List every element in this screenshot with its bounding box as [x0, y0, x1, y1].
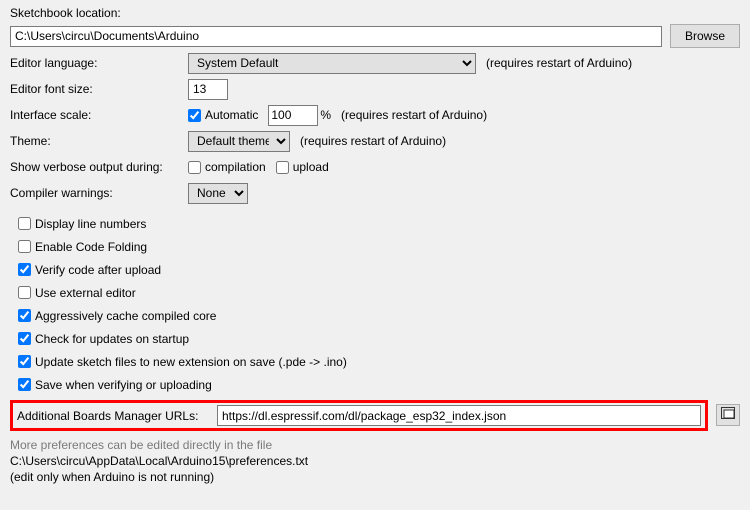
footer-line3: (edit only when Arduino is not running) — [10, 469, 740, 485]
additional-boards-urls-input[interactable] — [217, 405, 701, 426]
interface-scale-input[interactable] — [268, 105, 318, 126]
footer-prefs-path: C:\Users\circu\AppData\Local\Arduino15\p… — [10, 453, 740, 469]
additional-boards-urls-expand-button[interactable] — [716, 404, 740, 426]
editor-fontsize-input[interactable] — [188, 79, 228, 100]
display-line-numbers-text: Display line numbers — [35, 217, 146, 231]
verbose-compilation-checkbox[interactable] — [188, 161, 201, 174]
window-icon — [721, 407, 735, 422]
interface-scale-auto-text: Automatic — [205, 108, 258, 122]
editor-language-select[interactable]: System Default — [188, 53, 476, 74]
theme-label: Theme: — [10, 134, 188, 148]
additional-boards-urls-row: Additional Boards Manager URLs: — [10, 400, 708, 431]
check-updates-text: Check for updates on startup — [35, 332, 189, 346]
enable-code-folding-text: Enable Code Folding — [35, 240, 147, 254]
sketchbook-label: Sketchbook location: — [10, 6, 740, 24]
theme-select[interactable]: Default theme — [188, 131, 290, 152]
interface-scale-auto-checkbox[interactable] — [188, 109, 201, 122]
verify-after-upload-text: Verify code after upload — [35, 263, 161, 277]
editor-language-label: Editor language: — [10, 56, 188, 70]
save-on-verify-upload-text: Save when verifying or uploading — [35, 378, 212, 392]
verbose-upload-text: upload — [293, 160, 329, 174]
footer-line1: More preferences can be edited directly … — [10, 437, 740, 453]
browse-button[interactable]: Browse — [670, 24, 740, 48]
external-editor-checkbox[interactable] — [18, 286, 31, 299]
update-sketch-ext-checkbox[interactable] — [18, 355, 31, 368]
compiler-warnings-label: Compiler warnings: — [10, 186, 188, 200]
verify-after-upload-checkbox[interactable] — [18, 263, 31, 276]
theme-hint: (requires restart of Arduino) — [300, 134, 446, 148]
sketchbook-input[interactable] — [10, 26, 662, 47]
display-line-numbers-checkbox[interactable] — [18, 217, 31, 230]
cache-core-checkbox[interactable] — [18, 309, 31, 322]
additional-boards-urls-label: Additional Boards Manager URLs: — [17, 409, 217, 423]
save-on-verify-upload-checkbox[interactable] — [18, 378, 31, 391]
verbose-compilation-text: compilation — [205, 160, 266, 174]
compiler-warnings-select[interactable]: None — [188, 183, 248, 204]
enable-code-folding-checkbox[interactable] — [18, 240, 31, 253]
editor-fontsize-label: Editor font size: — [10, 82, 188, 96]
verbose-label: Show verbose output during: — [10, 160, 188, 174]
verbose-upload-checkbox[interactable] — [276, 161, 289, 174]
interface-scale-label: Interface scale: — [10, 108, 188, 122]
cache-core-text: Aggressively cache compiled core — [35, 309, 216, 323]
interface-scale-percent: % — [320, 108, 331, 122]
editor-language-hint: (requires restart of Arduino) — [486, 56, 632, 70]
interface-scale-hint: (requires restart of Arduino) — [341, 108, 487, 122]
check-updates-checkbox[interactable] — [18, 332, 31, 345]
update-sketch-ext-text: Update sketch files to new extension on … — [35, 355, 347, 369]
external-editor-text: Use external editor — [35, 286, 136, 300]
